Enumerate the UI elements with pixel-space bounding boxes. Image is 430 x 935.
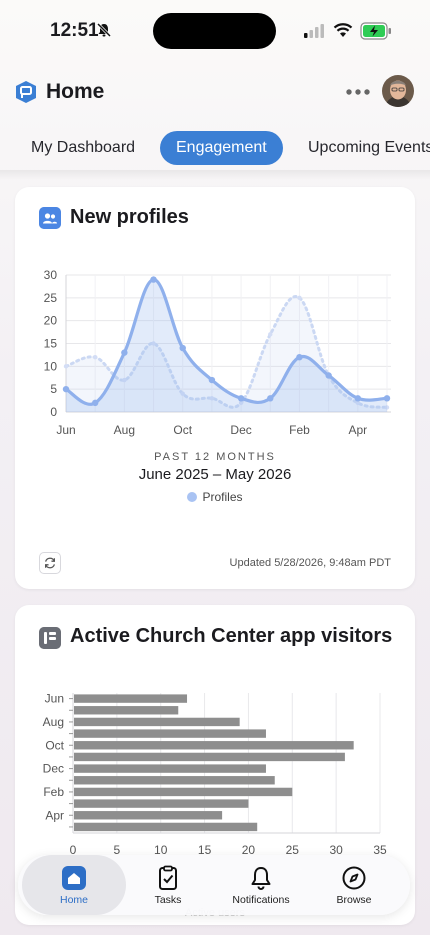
- bar: [74, 811, 223, 820]
- avatar[interactable]: [382, 75, 414, 107]
- profiles-series-point: [237, 395, 245, 402]
- profiles-series-point: [383, 395, 391, 402]
- app-logo-icon[interactable]: [14, 80, 38, 104]
- y-tick-label: Dec: [43, 762, 64, 776]
- refresh-icon[interactable]: [39, 552, 61, 574]
- previous-series-point: [63, 364, 69, 369]
- page-title: Home: [46, 80, 105, 103]
- previous-series-point: [92, 355, 98, 360]
- nav-label: Tasks: [154, 894, 182, 906]
- header-divider: [0, 170, 430, 180]
- new-profiles-card: New profiles 0 5 10 15 20 25 30 Jun Aug Oct Dec Feb…: [15, 187, 415, 589]
- y-tick-label: Jun: [45, 692, 64, 706]
- more-options-icon[interactable]: [344, 84, 372, 100]
- bar: [74, 752, 345, 762]
- bar: [74, 729, 266, 738]
- y-tick-label: Aug: [43, 715, 64, 729]
- bar: [74, 717, 240, 727]
- period-label: PAST 12 MONTHS: [154, 451, 276, 463]
- profiles-series-point: [354, 395, 362, 402]
- app-header: Home: [0, 70, 430, 114]
- y-tick-label: Feb: [43, 785, 64, 799]
- compass-icon: [342, 866, 366, 890]
- profiles-series-point: [62, 385, 70, 393]
- nav-notifications[interactable]: Notifications: [213, 855, 309, 915]
- nav-label: Home: [59, 894, 88, 906]
- tab-engagement[interactable]: Engagement: [160, 131, 283, 165]
- y-tick-label: 10: [44, 359, 58, 373]
- profiles-series-point: [91, 399, 99, 407]
- bar: [74, 741, 354, 750]
- dynamic-island: [153, 13, 276, 49]
- nav-label: Notifications: [232, 894, 290, 906]
- bar: [74, 822, 258, 832]
- tasks-icon: [159, 865, 177, 890]
- y-tick-label: 30: [44, 268, 58, 282]
- bell-off-icon: [96, 22, 112, 38]
- x-tick-label: Feb: [289, 423, 310, 437]
- bell-icon: [251, 867, 271, 890]
- x-tick-label: Dec: [230, 423, 251, 437]
- y-tick-label: Apr: [45, 808, 64, 822]
- previous-series-point: [268, 332, 273, 337]
- nav-browse[interactable]: Browse: [310, 855, 398, 915]
- phone-screen: 12:51 Home My Dashboard Engagement Upcom…: [0, 0, 430, 935]
- status-bar: 12:51: [0, 0, 430, 60]
- battery-charging-icon: [360, 22, 391, 40]
- profiles-series-point: [267, 395, 274, 402]
- bar: [74, 694, 188, 703]
- profiles-series-point: [325, 372, 332, 379]
- bar: [74, 764, 266, 773]
- profiles-series-point: [296, 354, 303, 361]
- status-time: 12:51: [50, 20, 99, 41]
- updated-timestamp: Updated 5/28/2026, 9:48am PDT: [229, 557, 391, 569]
- nav-label: Browse: [336, 894, 372, 906]
- bar: [74, 799, 249, 808]
- tab-upcoming-events[interactable]: Upcoming Events: [308, 131, 430, 165]
- bottom-navigation: Home Tasks Notifications Browse: [18, 855, 410, 915]
- period-range: June 2025 – May 2026: [138, 466, 292, 483]
- profiles-series-point: [208, 376, 216, 384]
- legend-label-profiles: Profiles: [202, 490, 243, 504]
- bar: [74, 776, 275, 785]
- y-tick-label: 20: [44, 314, 58, 328]
- y-tick-label: Oct: [45, 738, 64, 752]
- legend-swatch: [187, 492, 198, 502]
- new-profiles-line-chart: 0 5 10 15 20 25 30 Jun Aug Oct Dec Feb Apr: [44, 268, 391, 437]
- nav-home[interactable]: Home: [22, 855, 126, 915]
- bar: [74, 706, 179, 715]
- wifi-icon: [333, 23, 353, 37]
- nav-tasks[interactable]: Tasks: [123, 855, 213, 915]
- y-tick-label: 25: [44, 291, 58, 305]
- y-tick-label: 15: [44, 337, 58, 351]
- tab-my-dashboard[interactable]: My Dashboard: [31, 131, 135, 165]
- profiles-series-point: [179, 344, 186, 352]
- chart-legend: Profiles: [15, 490, 415, 504]
- bar: [74, 787, 293, 797]
- previous-series-point: [297, 295, 302, 301]
- x-tick-label: Apr: [348, 423, 367, 437]
- y-tick-label: 5: [50, 382, 57, 396]
- signal-icon: [304, 24, 324, 38]
- home-icon: [62, 866, 86, 890]
- profiles-series-point: [121, 349, 128, 356]
- x-tick-label: Aug: [114, 423, 135, 437]
- profiles-series-point: [150, 276, 157, 283]
- y-tick-label: 0: [50, 405, 57, 419]
- x-tick-label: Oct: [173, 423, 192, 437]
- tab-bar: My Dashboard Engagement Upcoming Events: [0, 128, 430, 168]
- x-tick-label: Jun: [56, 423, 75, 437]
